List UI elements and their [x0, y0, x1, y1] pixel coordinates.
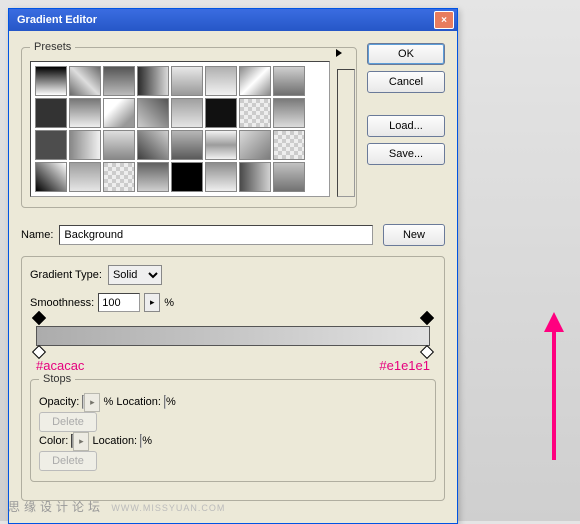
color-stop-left[interactable] [33, 347, 45, 359]
preset-swatch[interactable] [205, 66, 237, 96]
preset-swatch[interactable] [239, 66, 271, 96]
preset-swatch[interactable] [171, 162, 203, 192]
stops-legend: Stops [39, 373, 75, 385]
opacity-location-label: Location: [116, 396, 161, 408]
presets-scrollbar[interactable] [337, 69, 355, 197]
preset-swatch[interactable] [239, 98, 271, 128]
opacity-percent: % [103, 396, 113, 408]
right-hex-annotation: #e1e1e1 [379, 358, 430, 373]
preset-swatch[interactable] [35, 162, 67, 192]
ok-button[interactable]: OK [367, 43, 445, 65]
load-button[interactable]: Load... [367, 115, 445, 137]
name-input[interactable] [59, 225, 373, 245]
preset-swatch[interactable] [69, 162, 101, 192]
left-hex-annotation: #acacac [36, 358, 84, 373]
preset-swatch[interactable] [273, 162, 305, 192]
stops-fieldset: Stops Opacity: ▸ % Location: % Delete Co… [30, 373, 436, 482]
preset-swatch[interactable] [69, 66, 101, 96]
preset-swatch[interactable] [205, 162, 237, 192]
preset-swatch[interactable] [69, 98, 101, 128]
preset-swatch[interactable] [137, 162, 169, 192]
color-row-label: Color: [39, 435, 68, 447]
preset-swatch[interactable] [171, 66, 203, 96]
preset-swatch[interactable] [103, 162, 135, 192]
gradient-bar[interactable] [36, 326, 430, 346]
opacity-stop-left[interactable] [33, 313, 45, 325]
new-button[interactable]: New [383, 224, 445, 246]
preset-swatch[interactable] [273, 98, 305, 128]
preset-swatch[interactable] [137, 130, 169, 160]
preset-swatch[interactable] [137, 98, 169, 128]
opacity-delete-button: Delete [39, 412, 97, 432]
preset-swatch[interactable] [205, 130, 237, 160]
preset-swatch[interactable] [171, 98, 203, 128]
gradient-type-select[interactable]: Solid [108, 265, 162, 285]
preset-swatch[interactable] [35, 66, 67, 96]
smoothness-flyout-icon[interactable]: ▸ [144, 293, 160, 312]
opacity-stop-right[interactable] [421, 313, 433, 325]
preset-swatch[interactable] [69, 130, 101, 160]
preset-swatch[interactable] [205, 98, 237, 128]
preset-swatch[interactable] [103, 98, 135, 128]
gradient-settings-fieldset: Gradient Type: Solid Smoothness: ▸ % #ac… [21, 256, 445, 501]
gradient-type-label: Gradient Type: [30, 269, 102, 281]
percent-label: % [164, 297, 174, 309]
color-flyout-icon: ▸ [73, 432, 89, 451]
cancel-button[interactable]: Cancel [367, 71, 445, 93]
annotation-arrow [552, 330, 556, 460]
presets-box [30, 61, 330, 197]
preset-swatch[interactable] [171, 130, 203, 160]
preset-swatch[interactable] [35, 130, 67, 160]
close-button[interactable]: × [434, 11, 454, 29]
watermark: 思缘设计论坛 WWW.MISSYUAN.COM [8, 498, 225, 515]
preset-swatch[interactable] [103, 130, 135, 160]
preset-swatch[interactable] [239, 162, 271, 192]
preset-swatch[interactable] [239, 130, 271, 160]
color-location-label: Location: [92, 435, 137, 447]
smoothness-input[interactable] [98, 293, 140, 312]
smoothness-label: Smoothness: [30, 297, 94, 309]
opacity-location-percent: % [166, 396, 176, 408]
presets-legend: Presets [30, 41, 75, 53]
opacity-row-label: Opacity: [39, 396, 79, 408]
preset-swatch[interactable] [103, 66, 135, 96]
color-delete-button: Delete [39, 451, 97, 471]
flyout-menu-icon[interactable] [336, 49, 342, 57]
preset-swatch[interactable] [137, 66, 169, 96]
presets-fieldset: Presets [21, 41, 357, 208]
preset-swatch[interactable] [273, 130, 305, 160]
name-label: Name: [21, 229, 53, 241]
titlebar[interactable]: Gradient Editor × [9, 9, 457, 31]
gradient-editor-dialog: Gradient Editor × Presets OK Cancel Load… [8, 8, 458, 524]
opacity-flyout-icon: ▸ [84, 393, 100, 412]
preset-swatch[interactable] [35, 98, 67, 128]
window-title: Gradient Editor [17, 14, 434, 26]
preset-swatch[interactable] [273, 66, 305, 96]
presets-grid [35, 66, 325, 192]
save-button[interactable]: Save... [367, 143, 445, 165]
color-location-percent: % [142, 435, 152, 447]
color-stop-right[interactable] [421, 347, 433, 359]
